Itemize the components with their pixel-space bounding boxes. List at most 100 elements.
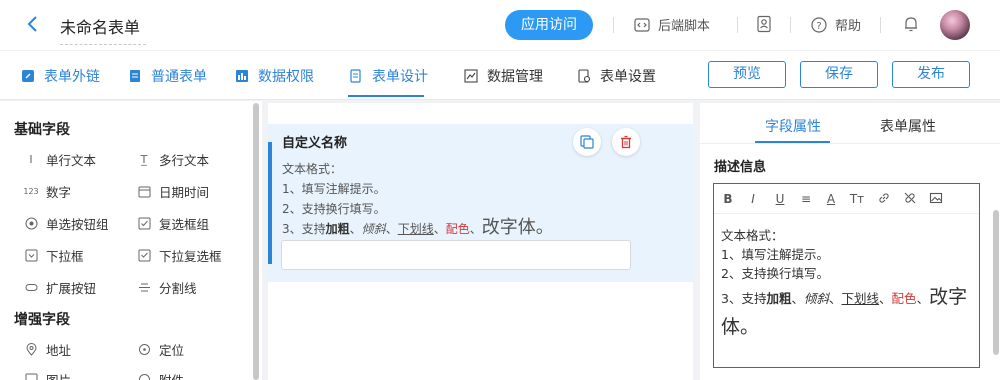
field-label: 分割线 — [159, 281, 197, 296]
field-address[interactable]: 地址 — [24, 340, 71, 359]
contacts-icon[interactable] — [755, 15, 773, 33]
field-attachment[interactable]: 附件 — [137, 370, 184, 380]
bold-text: 加粗 — [766, 291, 792, 306]
image-button[interactable] — [928, 191, 944, 207]
help-icon: ? — [811, 16, 827, 33]
document-icon — [127, 68, 143, 84]
field-radio-group[interactable]: 单选按钮组 — [24, 214, 109, 233]
enhanced-fields-title: 增强字段 — [14, 312, 70, 328]
underline-button[interactable]: U — [772, 191, 788, 207]
copy-field-button[interactable] — [573, 128, 601, 156]
tabs-divider — [700, 143, 1000, 144]
divider — [737, 17, 738, 33]
sep: 、 — [879, 291, 892, 306]
field-input-preview[interactable] — [281, 240, 631, 270]
nav-data-management[interactable]: 数据管理 — [463, 66, 543, 86]
field-position[interactable]: 定位 — [137, 340, 184, 359]
link-icon — [20, 68, 36, 84]
text: 3、支持 — [282, 222, 326, 236]
italic-text: 倾斜 — [803, 291, 829, 306]
nav-form-settings[interactable]: 表单设置 — [576, 66, 656, 86]
field-datetime[interactable]: 日期时间 — [137, 182, 209, 201]
link-icon — [879, 193, 889, 203]
tab-form-properties[interactable]: 表单属性 — [880, 116, 936, 136]
sep: 、 — [349, 222, 362, 236]
field-label: 数字 — [46, 185, 72, 200]
description-label: 描述信息 — [714, 160, 767, 175]
save-button[interactable]: 保存 — [800, 61, 878, 88]
italic-text: 倾斜 — [361, 222, 386, 236]
editor-line: 1、填写注解提示。 — [721, 247, 829, 262]
code-icon — [634, 17, 650, 33]
form-title[interactable]: 未命名表单 — [60, 14, 146, 45]
field-multi-text[interactable]: T̲ 多行文本 — [137, 150, 209, 169]
divider-icon — [137, 281, 151, 295]
calendar-icon — [137, 185, 151, 199]
text-cursor-icon: I — [29, 153, 33, 166]
crosshair-icon — [137, 343, 151, 357]
sep: 、 — [433, 222, 446, 236]
delete-field-button[interactable] — [612, 128, 640, 156]
field-single-text[interactable]: I 单行文本 — [24, 150, 96, 169]
field-extend-button[interactable]: 扩展按钮 — [24, 278, 96, 297]
nav-external-link[interactable]: 表单外链 — [20, 66, 100, 86]
field-label: 日期时间 — [159, 185, 210, 200]
line-chart-icon — [463, 68, 479, 84]
tab-field-properties[interactable]: 字段属性 — [765, 116, 821, 136]
top-header: 未命名表单 应用访问 后端脚本 ? 帮助 — [0, 0, 1000, 50]
divider — [880, 17, 881, 33]
svg-text:?: ? — [816, 21, 821, 32]
field-number[interactable]: 123 数字 — [23, 182, 72, 201]
unlink-button[interactable] — [902, 191, 918, 207]
palette-scrollbar[interactable] — [253, 103, 259, 380]
backend-script-button[interactable]: 后端脚本 — [634, 15, 710, 34]
desc-line: 文本格式： — [282, 162, 343, 176]
underline-text: 下划线 — [841, 291, 880, 306]
nav-label: 普通表单 — [151, 69, 207, 85]
field-dropdown-multi[interactable]: 下拉复选框 — [137, 246, 222, 265]
publish-button[interactable]: 发布 — [892, 61, 970, 88]
field-label: 附件 — [159, 370, 184, 380]
nav-label: 数据管理 — [487, 69, 543, 85]
radio-icon — [24, 217, 38, 231]
user-avatar[interactable] — [940, 10, 970, 40]
sep: 、 — [385, 222, 398, 236]
color-text: 配色 — [445, 222, 470, 236]
back-arrow-icon[interactable] — [22, 13, 44, 35]
sep: 、 — [916, 291, 930, 306]
image-icon — [929, 192, 943, 204]
unlink-icon — [904, 192, 916, 204]
font-size-button[interactable]: Tт — [849, 191, 865, 207]
multiline-text-icon: T̲ — [140, 153, 148, 166]
backend-script-label: 后端脚本 — [658, 19, 711, 34]
desc-rich-line: 3、支持加粗、倾斜、下划线、配色、改字体。 — [282, 216, 554, 241]
field-checkbox-group[interactable]: 复选框组 — [137, 214, 209, 233]
field-dropdown[interactable]: 下拉框 — [24, 246, 84, 265]
link-button[interactable] — [876, 191, 892, 207]
form-nav-bar: 表单外链 普通表单 数据权限 表单设计 数据管理 表单设置 预览 保存 发布 — [0, 50, 1000, 100]
attachment-icon — [137, 373, 151, 380]
app-visit-button[interactable]: 应用访问 — [505, 10, 593, 40]
nav-normal-form[interactable]: 普通表单 — [127, 66, 207, 86]
field-label: 下拉复选框 — [159, 249, 222, 264]
field-label: 地址 — [46, 343, 72, 358]
field-image[interactable]: 图片 — [24, 370, 71, 380]
number-icon: 123 — [23, 187, 39, 196]
field-divider[interactable]: 分割线 — [137, 278, 197, 297]
help-button[interactable]: ? 帮助 — [811, 15, 861, 34]
image-icon — [24, 373, 38, 380]
field-label: 多行文本 — [159, 153, 210, 168]
settings-doc-icon — [576, 68, 592, 84]
editor-line: 2、支持换行填写。 — [721, 266, 829, 281]
bell-icon[interactable] — [903, 15, 919, 33]
nav-form-design[interactable]: 表单设计 — [348, 66, 428, 86]
italic-button[interactable]: I — [745, 191, 761, 207]
properties-scrollbar[interactable] — [993, 210, 999, 355]
font-color-button[interactable]: A — [823, 191, 839, 207]
preview-button[interactable]: 预览 — [708, 61, 786, 88]
field-label: 复选框组 — [159, 217, 210, 232]
bar-chart-icon — [234, 68, 250, 84]
align-button[interactable]: ≡ — [798, 191, 814, 207]
nav-data-permission[interactable]: 数据权限 — [234, 66, 314, 86]
bold-button[interactable]: B — [720, 191, 736, 207]
